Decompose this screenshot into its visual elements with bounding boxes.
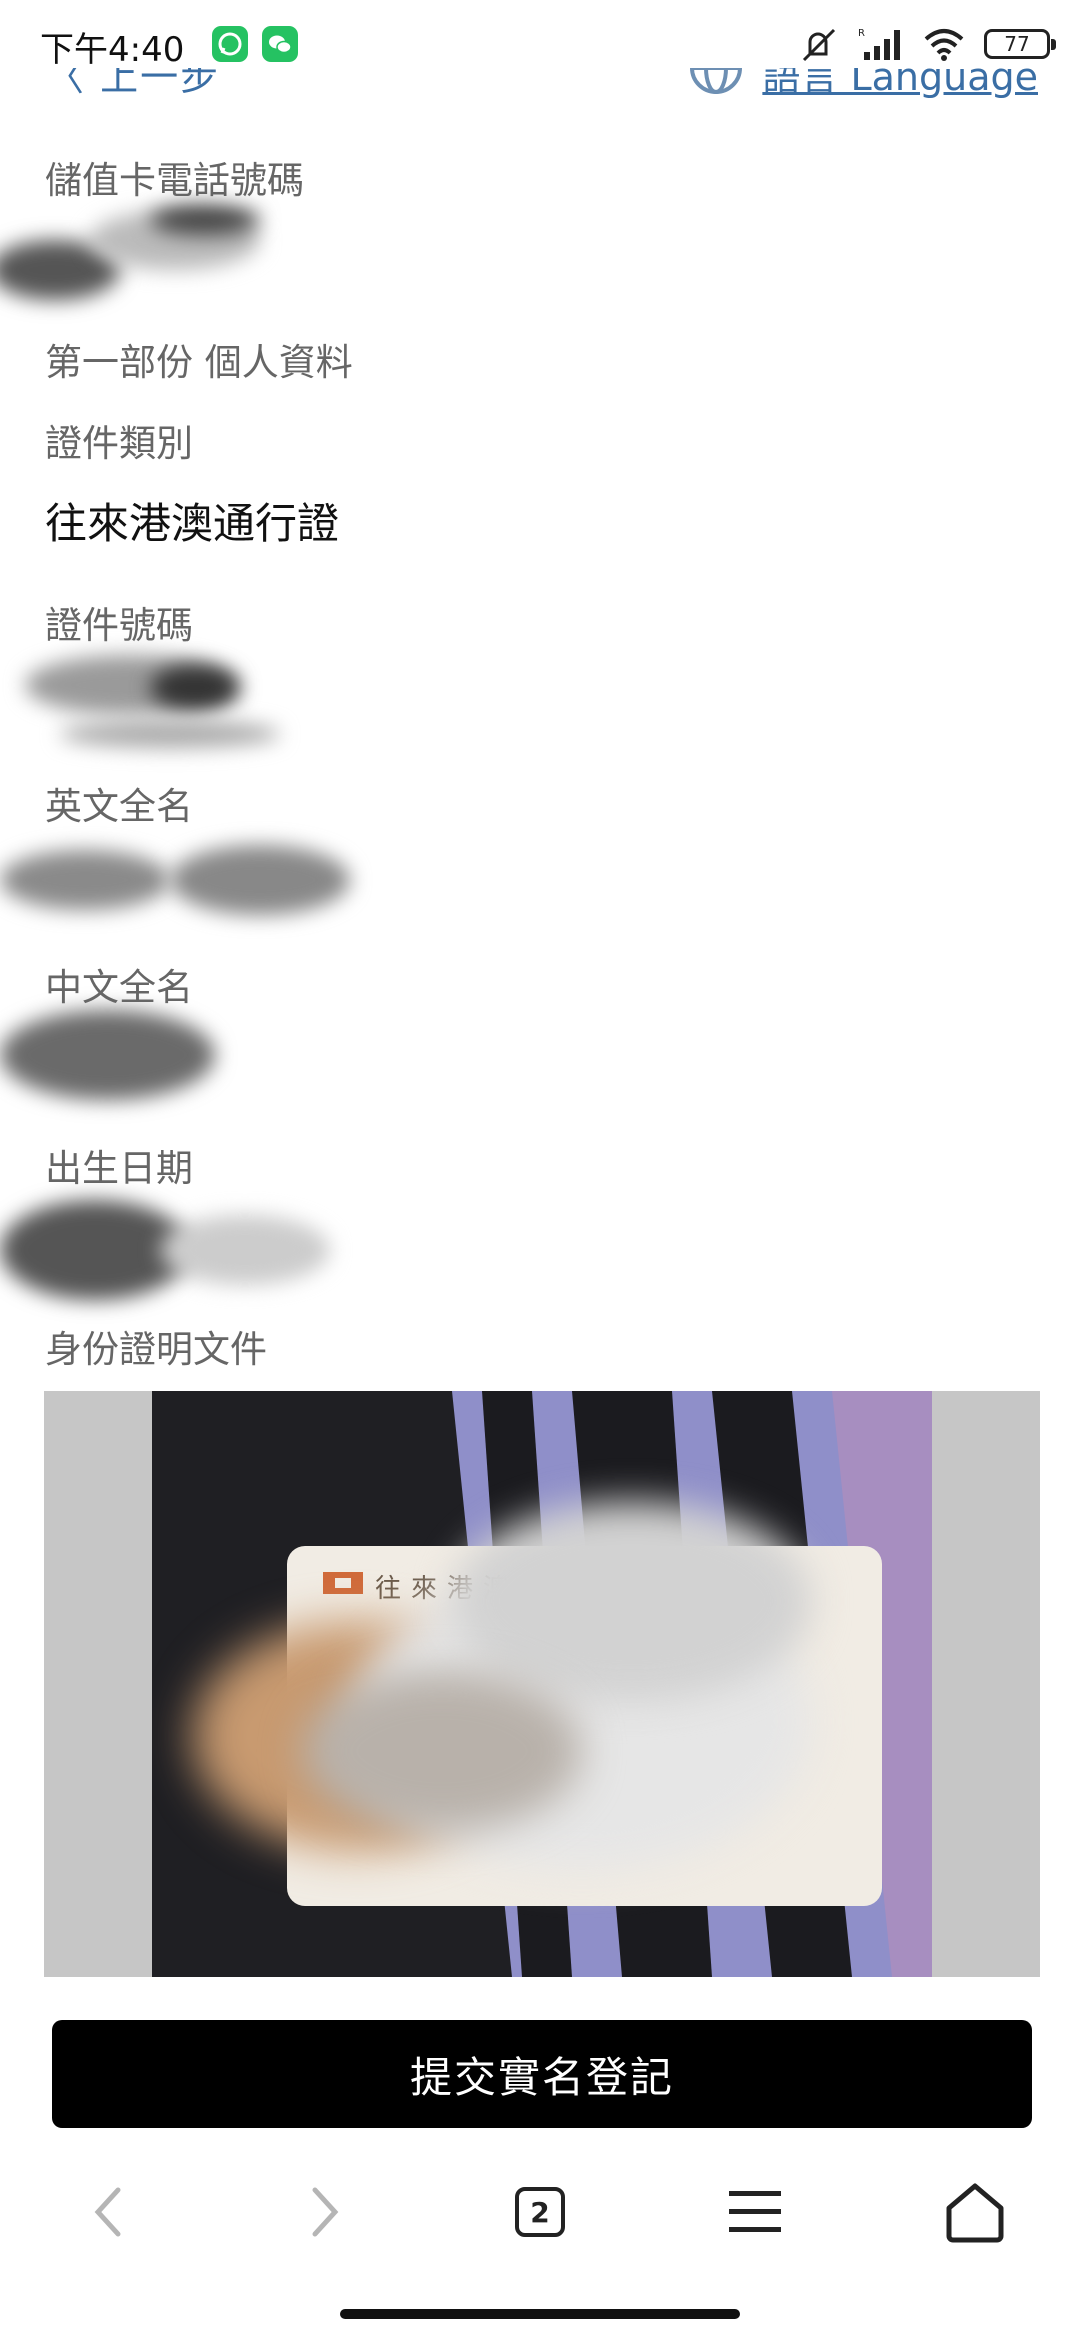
chevron-left-icon: [94, 2187, 121, 2237]
home-button[interactable]: [935, 2172, 1015, 2252]
tabs-button[interactable]: 2: [500, 2172, 580, 2252]
language-switch[interactable]: 語言 Language: [688, 68, 1038, 101]
language-label: 語言 Language: [762, 68, 1038, 99]
id-document-photo: 往來港澳通行證: [152, 1391, 932, 1977]
submit-registration-button[interactable]: 提交實名登記: [52, 2020, 1032, 2128]
battery-icon: 77: [984, 29, 1056, 59]
phone-label: 儲值卡電話號碼: [45, 159, 304, 202]
wechat-icon: [262, 26, 298, 62]
chinese-name-label: 中文全名: [45, 966, 193, 1009]
id-type-label: 證件類別: [45, 422, 193, 465]
card-emblem-icon: [323, 1572, 363, 1594]
tab-count: 2: [515, 2187, 565, 2237]
globe-icon: [690, 68, 743, 94]
top-nav: 〈 上一步 語言 Language: [0, 68, 1080, 128]
english-name-label: 英文全名: [45, 785, 193, 828]
status-time: 下午4:40: [40, 30, 185, 70]
home-indicator[interactable]: [340, 2309, 740, 2319]
id-type-value: 往來港澳通行證: [45, 499, 340, 548]
id-document-label: 身份證明文件: [45, 1328, 267, 1371]
wifi-icon: [924, 29, 964, 61]
forward-button[interactable]: [285, 2172, 365, 2252]
id-number-label: 證件號碼: [45, 604, 193, 647]
signal-icon: R: [858, 28, 900, 60]
whatsapp-icon: [212, 26, 248, 62]
dob-label: 出生日期: [45, 1147, 193, 1190]
menu-button[interactable]: [715, 2172, 795, 2252]
mute-icon: [802, 28, 836, 62]
back-link[interactable]: 〈 上一步: [46, 68, 220, 101]
home-icon: [946, 2183, 1004, 2243]
back-button[interactable]: [68, 2172, 148, 2252]
id-document-image[interactable]: 往來港澳通行證: [44, 1391, 1040, 1977]
menu-icon: [729, 2191, 781, 2232]
chevron-right-icon: [312, 2187, 339, 2237]
browser-toolbar: 2: [0, 2160, 1080, 2250]
svg-text:R: R: [858, 28, 865, 39]
section-title-personal-info: 第一部份 個人資料: [45, 341, 353, 384]
